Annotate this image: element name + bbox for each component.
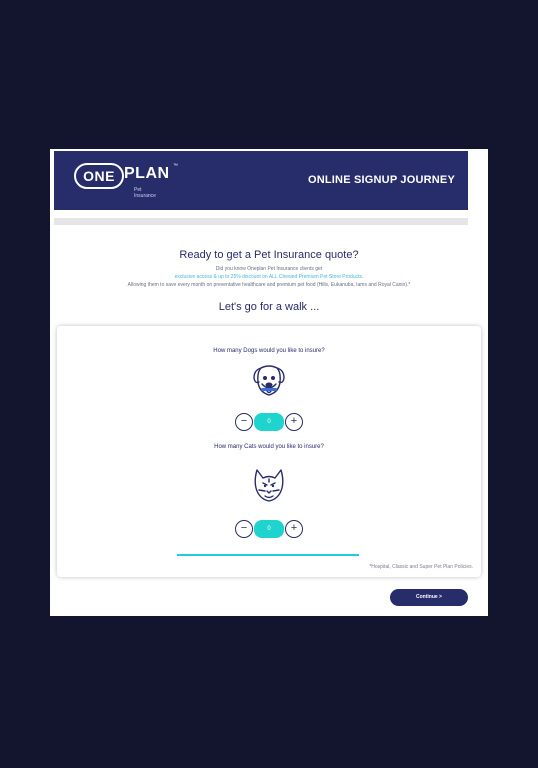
- walk-heading: Let's go for a walk ...: [218, 301, 320, 313]
- oneplan-logo[interactable]: ONE PLAN ™ Pet Insurance: [74, 163, 178, 199]
- policy-footnote: *Hospital, Classic and Super Pet Plan Po…: [369, 564, 473, 570]
- signup-page: ONE PLAN ™ Pet Insurance ONLINE SIGNUP J…: [50, 149, 488, 616]
- cats-decrement-button[interactable]: −: [235, 520, 253, 538]
- intro-text-1: Did you know Oneplan Pet Insurance clien…: [215, 266, 323, 272]
- header-banner: ONE PLAN ™ Pet Insurance ONLINE SIGNUP J…: [54, 151, 468, 210]
- continue-button[interactable]: Continue >: [390, 589, 468, 606]
- cats-stepper: − 0 +: [235, 520, 303, 538]
- intro-text-3: Allowing them to save every month on pre…: [127, 282, 411, 288]
- progress-track: [54, 218, 468, 225]
- page-title: ONLINE SIGNUP JOURNEY: [307, 174, 455, 186]
- cats-question: How many Cats would you like to insure?: [214, 444, 324, 450]
- logo-trademark: ™: [173, 163, 178, 169]
- logo-plan-text: PLAN: [124, 165, 170, 182]
- logo-one-text: ONE: [74, 163, 124, 189]
- logo-subtitle: Pet Insurance: [134, 187, 156, 199]
- dog-icon: [251, 362, 287, 402]
- cats-increment-button[interactable]: +: [285, 520, 303, 538]
- cat-icon: [251, 466, 287, 506]
- dogs-question: How many Dogs would you like to insure?: [213, 348, 325, 354]
- dogs-increment-button[interactable]: +: [285, 413, 303, 431]
- intro-heading: Ready to get a Pet Insurance quote?: [179, 249, 359, 261]
- dogs-decrement-button[interactable]: −: [235, 413, 253, 431]
- dogs-count-field[interactable]: 0: [254, 413, 284, 431]
- dogs-stepper: − 0 +: [235, 413, 303, 431]
- pet-count-card: How many Dogs would you like to insure? …: [57, 326, 481, 577]
- progress-line: [177, 554, 359, 556]
- cats-count-field[interactable]: 0: [254, 520, 284, 538]
- intro-text-2: exclusive access & up to 25% discount on…: [174, 274, 364, 280]
